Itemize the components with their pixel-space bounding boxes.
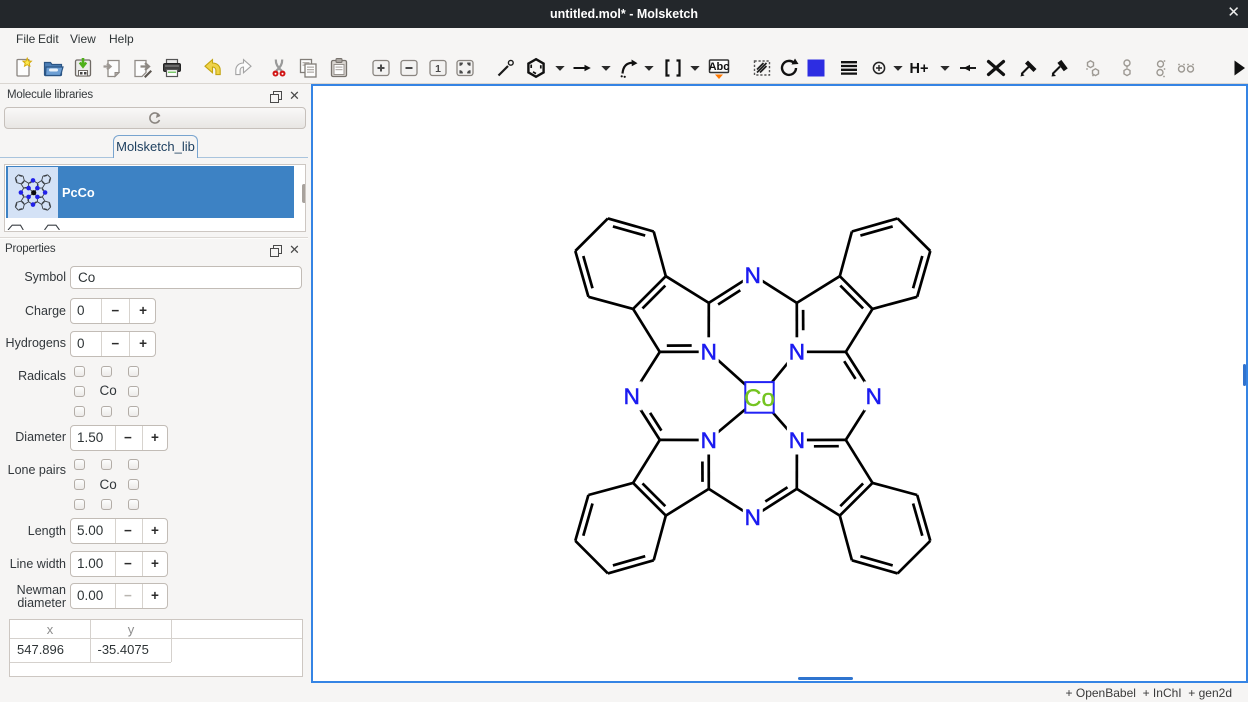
svg-text:N: N — [623, 384, 639, 409]
svg-text:N: N — [744, 505, 760, 530]
svg-text:N: N — [744, 263, 760, 288]
svg-text:H+: H+ — [910, 61, 929, 77]
svg-text:Co: Co — [744, 385, 775, 412]
svg-text:1: 1 — [435, 63, 441, 75]
svg-text:N: N — [700, 428, 716, 453]
svg-text:Abc: Abc — [708, 61, 729, 73]
svg-text:N: N — [788, 340, 804, 365]
svg-text:N: N — [788, 428, 804, 453]
svg-text:N: N — [865, 384, 881, 409]
svg-text:N: N — [700, 340, 716, 365]
